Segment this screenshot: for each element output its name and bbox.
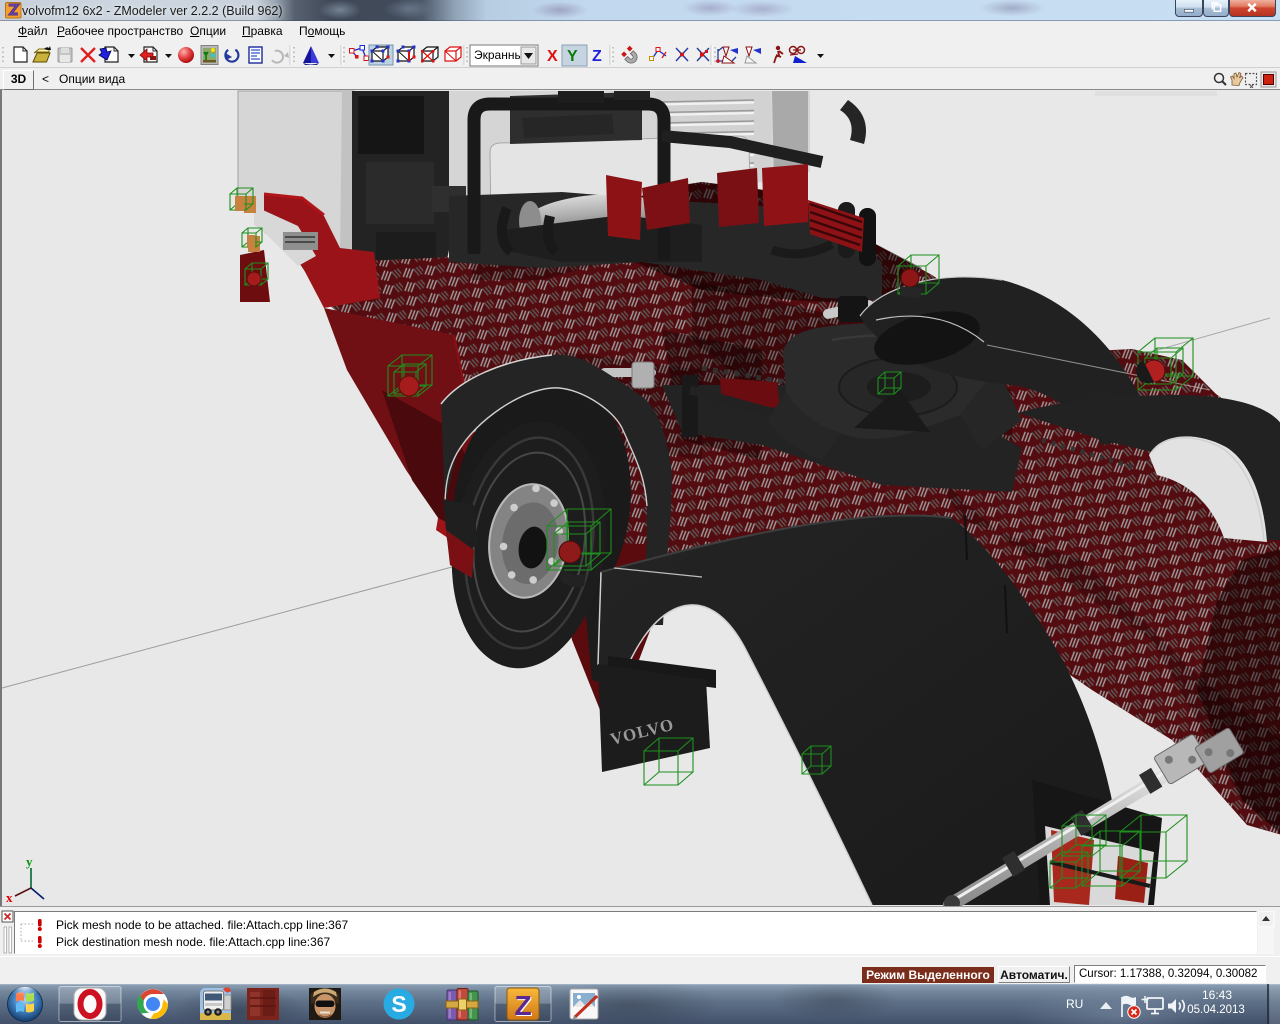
svg-text:Z: Z xyxy=(592,48,602,65)
svg-text:X: X xyxy=(547,48,558,65)
svg-text:y: y xyxy=(26,854,33,869)
svg-text:S: S xyxy=(391,991,406,1017)
svg-text:x: x xyxy=(6,890,13,905)
svg-text:Y: Y xyxy=(567,48,578,65)
svg-text:Экранны: Экранны xyxy=(474,48,523,62)
svg-text:Z: Z xyxy=(514,990,531,1021)
